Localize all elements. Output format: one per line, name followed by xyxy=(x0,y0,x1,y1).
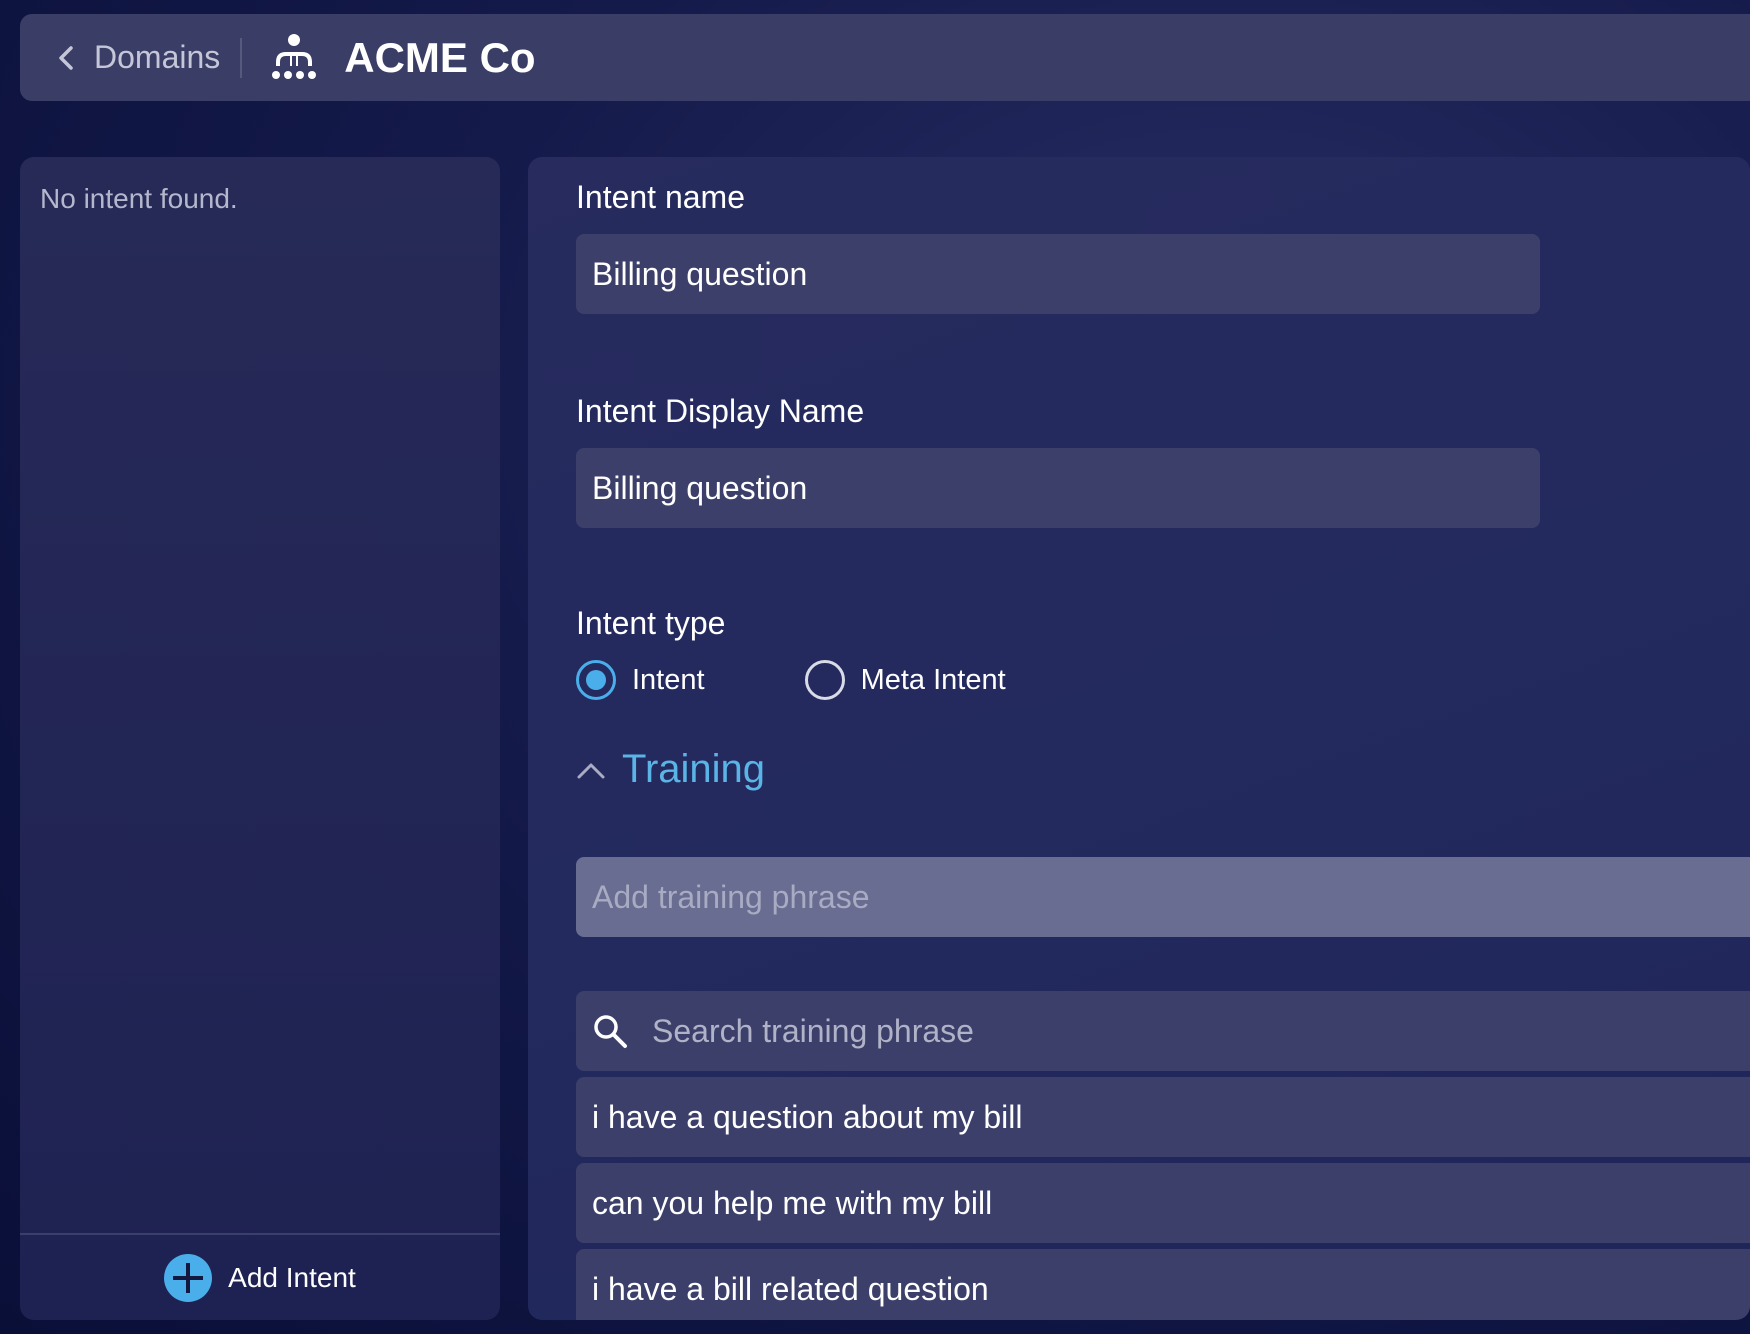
intent-type-radio-group: Intent Meta Intent xyxy=(576,660,1006,700)
training-section-toggle[interactable]: Training xyxy=(576,747,765,792)
search-icon xyxy=(594,1015,627,1048)
training-phrase-item[interactable]: i have a question about my bill xyxy=(576,1077,1750,1157)
intent-type-option-meta-intent[interactable]: Meta Intent xyxy=(804,660,1006,700)
empty-intent-message: No intent found. xyxy=(40,183,238,214)
radio-label: Meta Intent xyxy=(860,663,1006,696)
back-to-domains-link[interactable]: Domains xyxy=(56,39,220,76)
display-name-label: Intent Display Name xyxy=(576,393,865,429)
add-intent-button[interactable]: Add Intent xyxy=(20,1233,500,1320)
back-label: Domains xyxy=(94,39,221,75)
radio-checked-icon xyxy=(576,660,616,700)
top-bar: Domains ACME Co xyxy=(20,14,1750,101)
intent-name-label: Intent name xyxy=(576,179,745,215)
intent-name-field[interactable]: Billing question xyxy=(576,234,1540,314)
intent-list-panel: No intent found. Add Intent xyxy=(20,157,500,1320)
organization-icon xyxy=(272,33,317,79)
add-intent-label: Add Intent xyxy=(228,1261,356,1293)
intent-type-option-intent[interactable]: Intent xyxy=(576,660,705,700)
intent-type-label: Intent type xyxy=(576,605,726,641)
chevron-up-icon xyxy=(577,763,605,778)
org-title: ACME Co xyxy=(344,33,536,81)
intent-editor-panel: Intent name Billing question Intent Disp… xyxy=(528,157,1750,1320)
radio-unchecked-icon xyxy=(804,660,845,700)
training-phrase-item[interactable]: can you help me with my bill xyxy=(576,1163,1750,1243)
display-name-field[interactable]: Billing question xyxy=(576,448,1540,528)
radio-label: Intent xyxy=(632,663,705,696)
search-training-phrase[interactable] xyxy=(576,991,1750,1071)
header-divider xyxy=(240,37,243,78)
add-training-phrase-input[interactable] xyxy=(576,857,1750,937)
training-phrase-item[interactable]: i have a bill related question xyxy=(576,1249,1750,1320)
chevron-left-icon xyxy=(59,45,73,70)
plus-circle-icon xyxy=(164,1253,213,1302)
training-section-title: Training xyxy=(622,747,766,791)
search-input[interactable] xyxy=(652,1012,1552,1050)
